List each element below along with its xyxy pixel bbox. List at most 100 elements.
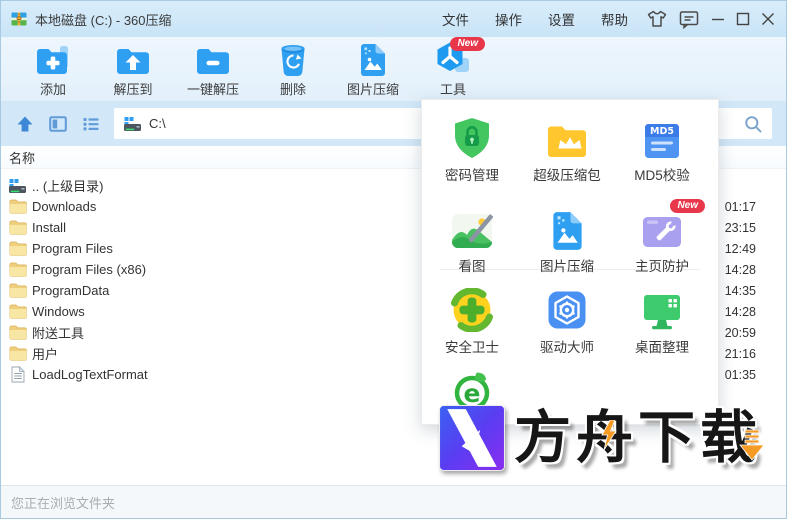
file-name: Windows: [32, 304, 85, 319]
tool-item-label: 图片压缩: [540, 259, 594, 274]
tool-item-password-manager[interactable]: 密码管理: [425, 114, 519, 184]
file-name: Install: [32, 220, 66, 235]
menu-item-operation[interactable]: 操作: [482, 1, 535, 37]
menu-item-file[interactable]: 文件: [429, 1, 482, 37]
file-time: 21:16: [724, 346, 756, 361]
file-time: 12:49: [724, 241, 756, 256]
safety-guard-icon: [450, 286, 494, 332]
tool-item-desktop-organize[interactable]: 桌面整理: [615, 286, 709, 356]
file-name: Program Files (x86): [32, 262, 147, 277]
title-bar: 本地磁盘 (C:) - 360压缩 文件 操作 设置 帮助: [1, 1, 786, 37]
super-archive-icon: [545, 114, 589, 160]
tool-item-label: 安全卫士: [445, 340, 499, 355]
watermark-text: 方舟下载: [514, 405, 762, 471]
window-title: 本地磁盘 (C:) - 360压缩: [35, 12, 172, 28]
folder-icon: [7, 220, 28, 235]
file-name: Program Files: [32, 241, 113, 256]
folder-icon: [7, 199, 28, 214]
menu-item-settings[interactable]: 设置: [535, 1, 588, 37]
file-name: Downloads: [32, 199, 97, 214]
titlebar-right: 文件 操作 设置 帮助: [429, 1, 780, 37]
folder-icon: [7, 346, 28, 361]
tool-item-homepage-guard[interactable]: 主页防护 New: [615, 199, 709, 275]
file-name: LoadLogTextFormat: [32, 367, 148, 382]
tool-item-label: 主页防护: [635, 259, 689, 274]
image-viewer-icon: [450, 205, 494, 251]
tool-item-image-viewer[interactable]: 看图: [425, 205, 519, 275]
status-text: 您正在浏览文件夹: [11, 495, 116, 511]
file-time: 01:17: [724, 199, 756, 214]
toolbar-button-label: 删除: [279, 82, 306, 97]
tools-popup: 密码管理 超级压缩包 MD5 MD5校验看图 图片压缩 主页防护 New 安全卫士 驱动大师 桌面…: [421, 99, 719, 425]
close-button[interactable]: [755, 1, 780, 37]
toolbar-button-tools[interactable]: 工具 New: [413, 37, 493, 101]
toolbar: 添加 解压到 一键解压 删除 图片压缩 工具 New: [1, 37, 786, 101]
image-compress-icon: [359, 40, 387, 77]
folder-extract-icon: [115, 40, 151, 77]
folder-add-icon: [35, 40, 71, 77]
document-icon: [7, 366, 28, 383]
tool-item-driver-master[interactable]: 驱动大师: [520, 286, 614, 356]
file-time: 01:35: [724, 367, 756, 382]
password-shield-icon: [452, 114, 492, 160]
tool-item-safety-guard[interactable]: 安全卫士: [425, 286, 519, 356]
trash-icon: [277, 40, 309, 77]
file-name: 用户: [32, 347, 59, 362]
search-icon[interactable]: [743, 114, 763, 134]
status-bar: 您正在浏览文件夹: [1, 485, 786, 518]
toolbar-button-label: 图片压缩: [346, 82, 399, 97]
zip-file-icon: [11, 11, 27, 27]
minimize-button[interactable]: [705, 1, 730, 37]
toolbar-button-image-compress[interactable]: 图片压缩: [333, 37, 413, 101]
file-name: .. (上级目录): [32, 179, 104, 194]
menu-item-help[interactable]: 帮助: [588, 1, 641, 37]
toolbar-button-label: 一键解压: [186, 82, 239, 97]
driver-master-icon: [545, 286, 589, 332]
tool-item-label: 超级压缩包: [533, 168, 601, 183]
tool-item-md5-check[interactable]: MD5 MD5校验: [615, 114, 709, 184]
ark-logo-icon: [439, 405, 505, 471]
folder-oneclick-icon: [195, 40, 231, 77]
drive-icon: [123, 116, 142, 132]
toolbar-button-delete[interactable]: 删除: [253, 37, 333, 101]
new-badge: New: [450, 37, 485, 51]
folder-icon: [7, 241, 28, 256]
file-time: 23:15: [724, 220, 756, 235]
file-time: 14:35: [724, 283, 756, 298]
tool-item-image-compress[interactable]: 图片压缩: [520, 205, 614, 275]
menu-bar: 文件 操作 设置 帮助: [429, 1, 641, 37]
toolbar-button-label: 工具: [439, 82, 466, 97]
feedback-icon[interactable]: [673, 1, 705, 37]
file-name: ProgramData: [32, 283, 110, 298]
file-time: 14:28: [724, 304, 756, 319]
folder-icon: [7, 283, 28, 298]
image-compress-lg-icon: [551, 205, 584, 251]
view-mode-icon[interactable]: [48, 114, 68, 134]
drive-icon: [7, 178, 28, 194]
svg-text:e: e: [464, 379, 481, 408]
folder-icon: [7, 262, 28, 277]
maximize-button[interactable]: [730, 1, 755, 37]
md5-icon: MD5: [642, 114, 682, 160]
toolbar-button-add[interactable]: 添加: [13, 37, 93, 101]
svg-text:MD5: MD5: [650, 126, 674, 137]
watermark: 方舟下载: [439, 405, 765, 471]
tool-item-label: 桌面整理: [635, 340, 689, 355]
up-directory-icon[interactable]: [15, 114, 35, 134]
new-badge: New: [670, 199, 705, 213]
folder-icon: [7, 304, 28, 319]
tool-item-label: 看图: [458, 259, 486, 274]
tool-item-label: 密码管理: [445, 168, 499, 183]
toolbar-button-label: 添加: [39, 82, 66, 97]
tool-item-super-archive[interactable]: 超级压缩包: [520, 114, 614, 184]
tool-item-label: 驱动大师: [540, 340, 594, 355]
app-window: 本地磁盘 (C:) - 360压缩 文件 操作 设置 帮助 添加 解压到 一键解压 删除 图片…: [0, 0, 787, 519]
folder-icon: [7, 325, 28, 340]
skin-shirt-icon[interactable]: [641, 1, 673, 37]
toolbar-button-extract-to[interactable]: 解压到: [93, 37, 173, 101]
download-arrow-icon: [739, 429, 765, 466]
toolbar-button-one-click-extract[interactable]: 一键解压: [173, 37, 253, 101]
desktop-organize-icon: [640, 286, 684, 332]
list-view-icon[interactable]: [81, 114, 101, 134]
toolbar-button-label: 解压到: [113, 82, 153, 97]
